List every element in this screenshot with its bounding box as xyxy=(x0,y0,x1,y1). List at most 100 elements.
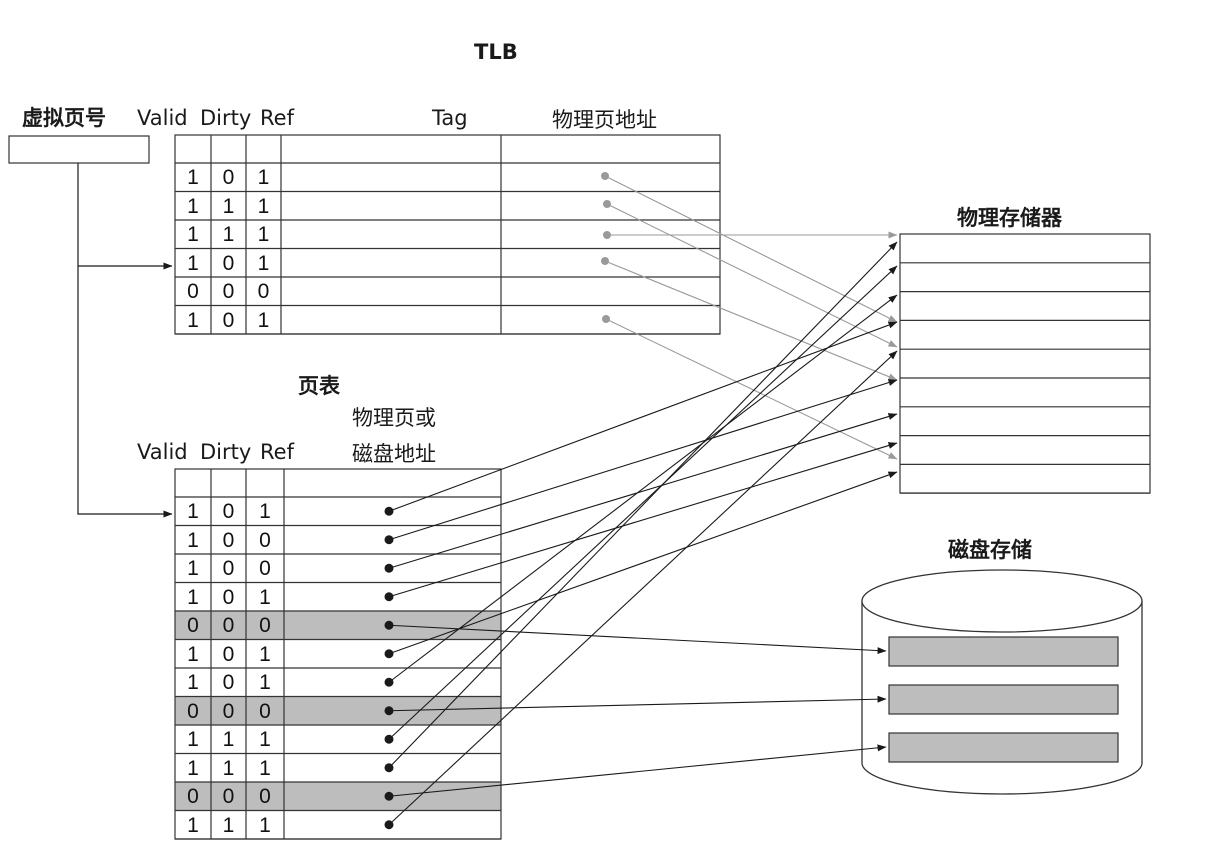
tlb-header-physical-page-address: 物理页地址 xyxy=(552,108,657,132)
page-table-title: 页表 xyxy=(298,374,340,398)
tlb-cell: 1 xyxy=(257,308,270,332)
page-table-cell: 0 xyxy=(259,614,271,637)
page-table-entry-pointer-dot xyxy=(384,620,394,630)
virtual-page-number-label: 虚拟页号 xyxy=(22,106,106,130)
page-table-cell: 1 xyxy=(187,557,199,580)
arrow-page-table-to-memory xyxy=(388,471,898,655)
tlb-header-valid: Valid xyxy=(137,106,188,130)
page-table-cell: 0 xyxy=(222,785,235,808)
page-table-cell: 1 xyxy=(259,671,271,694)
page-table-cell: 0 xyxy=(222,557,235,580)
page-table-cell: 0 xyxy=(259,785,271,808)
pt-header-address-line2: 磁盘地址 xyxy=(352,442,436,466)
page-table-cell: 0 xyxy=(187,614,199,637)
page-table-cell: 1 xyxy=(187,671,199,694)
page-table-entry-pointer-dot xyxy=(384,592,394,602)
page-table-cell: 1 xyxy=(187,642,199,666)
pt-header-address-line1: 物理页或 xyxy=(352,406,436,430)
tlb-cell: 1 xyxy=(222,194,235,218)
virtual-memory-diagram: TLB 虚拟页号 页表 物理存储器 磁盘存储 Valid Dirty Ref T… xyxy=(0,0,1217,858)
tlb-header-ref: Ref xyxy=(260,106,294,130)
disk-storage-title: 磁盘存储 xyxy=(948,538,1032,562)
tlb-title: TLB xyxy=(474,40,518,64)
tlb-entry-pointer-dot xyxy=(602,315,610,323)
tlb-entry-pointer-dot xyxy=(601,257,609,265)
tlb-cell: 1 xyxy=(187,194,199,218)
page-table-cell: 1 xyxy=(187,756,199,780)
pt-header-dirty: Dirty xyxy=(200,440,252,464)
page-table-cell: 1 xyxy=(187,728,199,751)
page-table-entry-pointer-dot xyxy=(384,791,394,801)
page-table-cell: 1 xyxy=(259,642,271,666)
page-table-cell: 1 xyxy=(259,585,271,609)
tlb-cell: 1 xyxy=(257,166,270,189)
arrow-tlb-to-memory xyxy=(606,203,898,348)
page-table-cell: 1 xyxy=(259,756,271,780)
tlb-cell: 0 xyxy=(187,280,199,303)
page-table-entry-pointer-dot xyxy=(384,677,394,687)
arrow-tlb-to-memory xyxy=(604,260,898,381)
arrow-page-table-to-memory xyxy=(388,379,898,541)
page-table-cell: 1 xyxy=(187,500,199,523)
arrow-page-table-to-memory xyxy=(388,321,898,512)
arrow-page-table-to-memory xyxy=(388,241,898,769)
page-table-entry-pointer-dot xyxy=(384,535,394,545)
page-table-cell: 0 xyxy=(222,585,235,609)
physical-memory-title: 物理存储器 xyxy=(957,206,1062,230)
page-table-cell: 0 xyxy=(222,500,235,523)
tlb-cell: 0 xyxy=(222,280,235,303)
tlb-entry-pointer-dot xyxy=(601,172,609,180)
tlb-cell: 0 xyxy=(257,280,270,303)
tlb-cell: 1 xyxy=(257,223,270,246)
page-table-cell: 0 xyxy=(259,528,271,552)
page-table-entry-pointer-dot xyxy=(384,734,394,744)
arrow-page-table-to-memory xyxy=(388,442,898,598)
pt-header-valid: Valid xyxy=(137,440,188,464)
page-table-cell: 1 xyxy=(222,728,235,751)
disk-block xyxy=(888,636,1119,667)
page-table-cell: 1 xyxy=(187,585,199,609)
tlb-entry-pointer-dot xyxy=(603,231,611,239)
physical-memory-box xyxy=(899,233,1151,494)
arrow-page-table-to-memory xyxy=(388,294,898,683)
tlb-cell: 0 xyxy=(222,166,235,189)
page-table-entry-pointer-dot xyxy=(384,706,394,716)
tlb-cell: 1 xyxy=(222,223,235,246)
page-table-cell: 1 xyxy=(187,813,199,837)
tlb-cell: 0 xyxy=(222,251,235,275)
tlb-cell: 1 xyxy=(187,308,199,332)
tlb-cell: 0 xyxy=(222,308,235,332)
page-table-entry-pointer-dot xyxy=(384,506,394,516)
tlb-cell: 1 xyxy=(257,251,270,275)
arrow-page-table-to-disk xyxy=(388,744,887,797)
page-table-cell: 0 xyxy=(187,699,199,723)
page-table-entry-pointer-dot xyxy=(384,763,394,773)
page-table-entry-pointer-dot xyxy=(384,649,394,659)
disk-cylinder-top xyxy=(861,569,1143,633)
tlb-entry-pointer-dot xyxy=(603,200,611,208)
page-table-cell: 0 xyxy=(259,699,271,723)
disk-block xyxy=(888,732,1119,763)
page-table-entry-pointer-dot xyxy=(384,820,394,830)
page-table-cell: 0 xyxy=(222,642,235,666)
page-table-cell: 0 xyxy=(222,699,235,723)
tlb-header-tag: Tag xyxy=(432,106,468,130)
virtual-page-number-box xyxy=(8,135,150,164)
page-table-cell: 1 xyxy=(259,500,271,523)
page-table-cell: 1 xyxy=(222,756,235,780)
arrow-tlb-to-memory xyxy=(605,318,898,460)
page-table-cell: 1 xyxy=(222,813,235,837)
page-table-cell: 1 xyxy=(259,813,271,837)
page-table-cell: 0 xyxy=(222,614,235,637)
page-table-cell: 1 xyxy=(259,728,271,751)
tlb-header-dirty: Dirty xyxy=(200,106,252,130)
tlb-cell: 1 xyxy=(187,251,199,275)
page-table-cell: 0 xyxy=(222,528,235,552)
page-table-entry-pointer-dot xyxy=(384,563,394,573)
page-table-cell: 0 xyxy=(259,557,271,580)
tlb-cell: 1 xyxy=(187,223,199,246)
tlb-cell: 1 xyxy=(257,194,270,218)
arrow-page-table-to-memory xyxy=(388,413,898,569)
arrow-vpn-to-tlb xyxy=(77,163,173,270)
page-table-cell: 0 xyxy=(187,785,199,808)
